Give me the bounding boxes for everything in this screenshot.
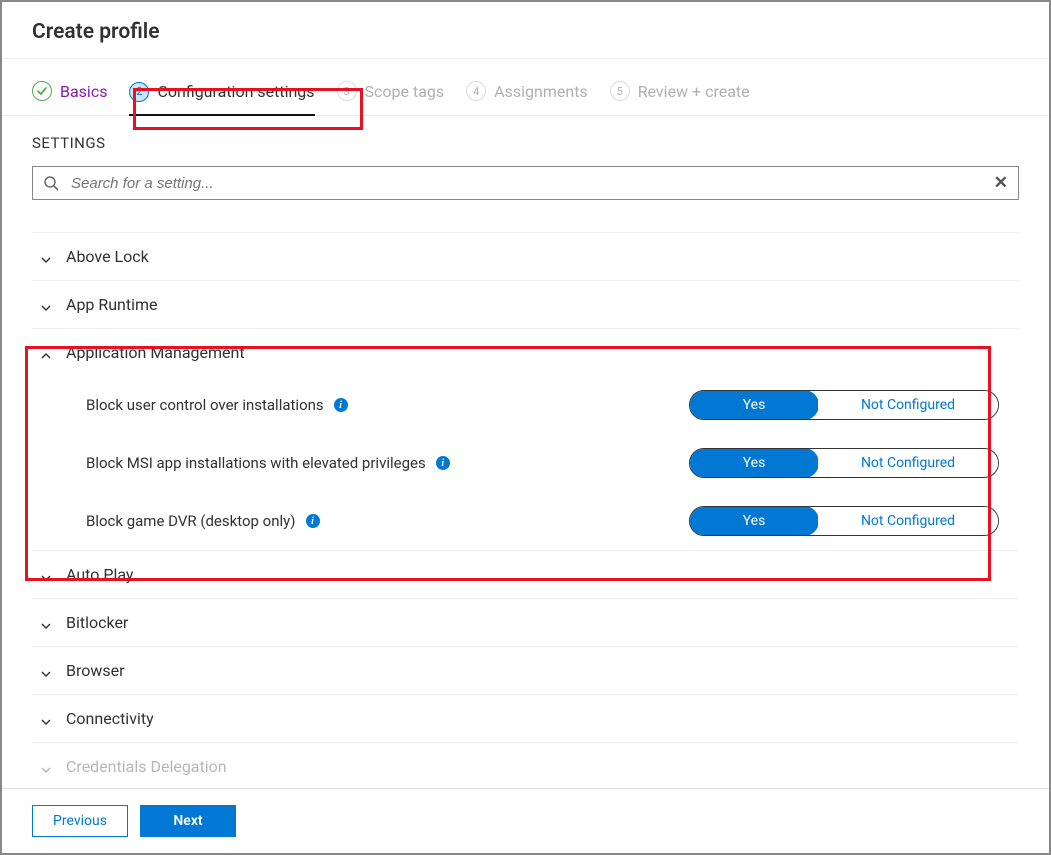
chevron-up-icon (40, 347, 52, 359)
toggle-option-yes[interactable]: Yes (689, 390, 819, 420)
group-bitlocker: Bitlocker (32, 599, 1019, 647)
search-field-wrap[interactable]: ✕ (32, 166, 1019, 200)
tab-label: Configuration settings (157, 82, 314, 101)
step-number-2: 2 (129, 82, 149, 102)
group-label: Browser (66, 661, 125, 680)
group-header-browser[interactable]: Browser (32, 647, 1019, 694)
group-header-connectivity[interactable]: Connectivity (32, 695, 1019, 742)
group-label: Credentials Delegation (66, 757, 227, 776)
tab-basics[interactable]: Basics (32, 81, 107, 115)
tab-scope-tags[interactable]: 3 Scope tags (337, 81, 445, 115)
section-label-settings: SETTINGS (32, 134, 1019, 152)
group-browser: Browser (32, 647, 1019, 695)
group-label: App Runtime (66, 295, 158, 314)
toggle-option-yes[interactable]: Yes (689, 448, 819, 478)
setting-label: Block game DVR (desktop only) (86, 512, 296, 530)
group-header-auto-play[interactable]: Auto Play (32, 551, 1019, 598)
chevron-down-icon (40, 761, 52, 773)
setting-label-wrap: Block game DVR (desktop only) i (86, 512, 496, 530)
group-app-runtime: App Runtime (32, 281, 1019, 329)
wizard-tabs: Basics 2 Configuration settings 3 Scope … (2, 59, 1049, 116)
group-label: Above Lock (66, 247, 149, 266)
checkmark-icon (32, 81, 52, 101)
tab-label: Assignments (494, 82, 588, 101)
search-input[interactable] (69, 174, 984, 193)
info-icon[interactable]: i (334, 398, 348, 412)
group-header-credentials-delegation[interactable]: Credentials Delegation (32, 743, 1019, 780)
toggle-option-yes[interactable]: Yes (689, 506, 819, 536)
chevron-down-icon (40, 617, 52, 629)
previous-button[interactable]: Previous (32, 805, 128, 837)
settings-accordion: Above Lock App Runtime Application Manag… (32, 232, 1019, 780)
page-header: Create profile (2, 2, 1049, 58)
group-auto-play: Auto Play (32, 551, 1019, 599)
toggle-block-msi[interactable]: Yes Not Configured (689, 448, 999, 478)
group-above-lock: Above Lock (32, 233, 1019, 281)
setting-label-wrap: Block user control over installations i (86, 396, 496, 414)
wizard-footer: Previous Next (2, 788, 1049, 853)
toggle-block-game-dvr[interactable]: Yes Not Configured (689, 506, 999, 536)
group-label: Bitlocker (66, 613, 128, 632)
group-label: Application Management (66, 343, 245, 362)
group-application-management: Application Management Block user contro… (32, 329, 1019, 551)
tab-configuration-settings[interactable]: 2 Configuration settings (129, 82, 314, 116)
clear-icon[interactable]: ✕ (994, 173, 1008, 193)
settings-body: SETTINGS ✕ Above Lock App Runtime (2, 116, 1049, 780)
group-credentials-delegation: Credentials Delegation (32, 743, 1019, 780)
setting-block-game-dvr: Block game DVR (desktop only) i Yes Not … (32, 492, 1019, 550)
toggle-option-not-configured[interactable]: Not Configured (818, 391, 998, 419)
tab-label: Review + create (638, 82, 750, 101)
group-header-app-runtime[interactable]: App Runtime (32, 281, 1019, 328)
chevron-down-icon (40, 665, 52, 677)
setting-block-msi: Block MSI app installations with elevate… (32, 434, 1019, 492)
group-label: Connectivity (66, 709, 154, 728)
chevron-down-icon (40, 251, 52, 263)
chevron-down-icon (40, 299, 52, 311)
group-label: Auto Play (66, 565, 133, 584)
search-icon (43, 175, 59, 191)
info-icon[interactable]: i (436, 456, 450, 470)
info-icon[interactable]: i (306, 514, 320, 528)
toggle-option-not-configured[interactable]: Not Configured (818, 507, 998, 535)
setting-block-user-control: Block user control over installations i … (32, 376, 1019, 434)
chevron-down-icon (40, 713, 52, 725)
step-number-3: 3 (337, 81, 357, 101)
toggle-option-not-configured[interactable]: Not Configured (818, 449, 998, 477)
tab-review-create[interactable]: 5 Review + create (610, 81, 750, 115)
group-header-bitlocker[interactable]: Bitlocker (32, 599, 1019, 646)
tab-label: Scope tags (365, 82, 445, 101)
step-number-4: 4 (466, 81, 486, 101)
setting-label-wrap: Block MSI app installations with elevate… (86, 454, 496, 472)
page-title: Create profile (32, 20, 1019, 44)
group-header-above-lock[interactable]: Above Lock (32, 233, 1019, 280)
group-connectivity: Connectivity (32, 695, 1019, 743)
setting-label: Block user control over installations (86, 396, 324, 414)
step-number-5: 5 (610, 81, 630, 101)
next-button[interactable]: Next (140, 805, 236, 837)
toggle-block-user-control[interactable]: Yes Not Configured (689, 390, 999, 420)
group-header-application-management[interactable]: Application Management (32, 329, 1019, 376)
setting-label: Block MSI app installations with elevate… (86, 454, 426, 472)
tab-assignments[interactable]: 4 Assignments (466, 81, 588, 115)
chevron-down-icon (40, 569, 52, 581)
tab-label: Basics (60, 82, 107, 101)
